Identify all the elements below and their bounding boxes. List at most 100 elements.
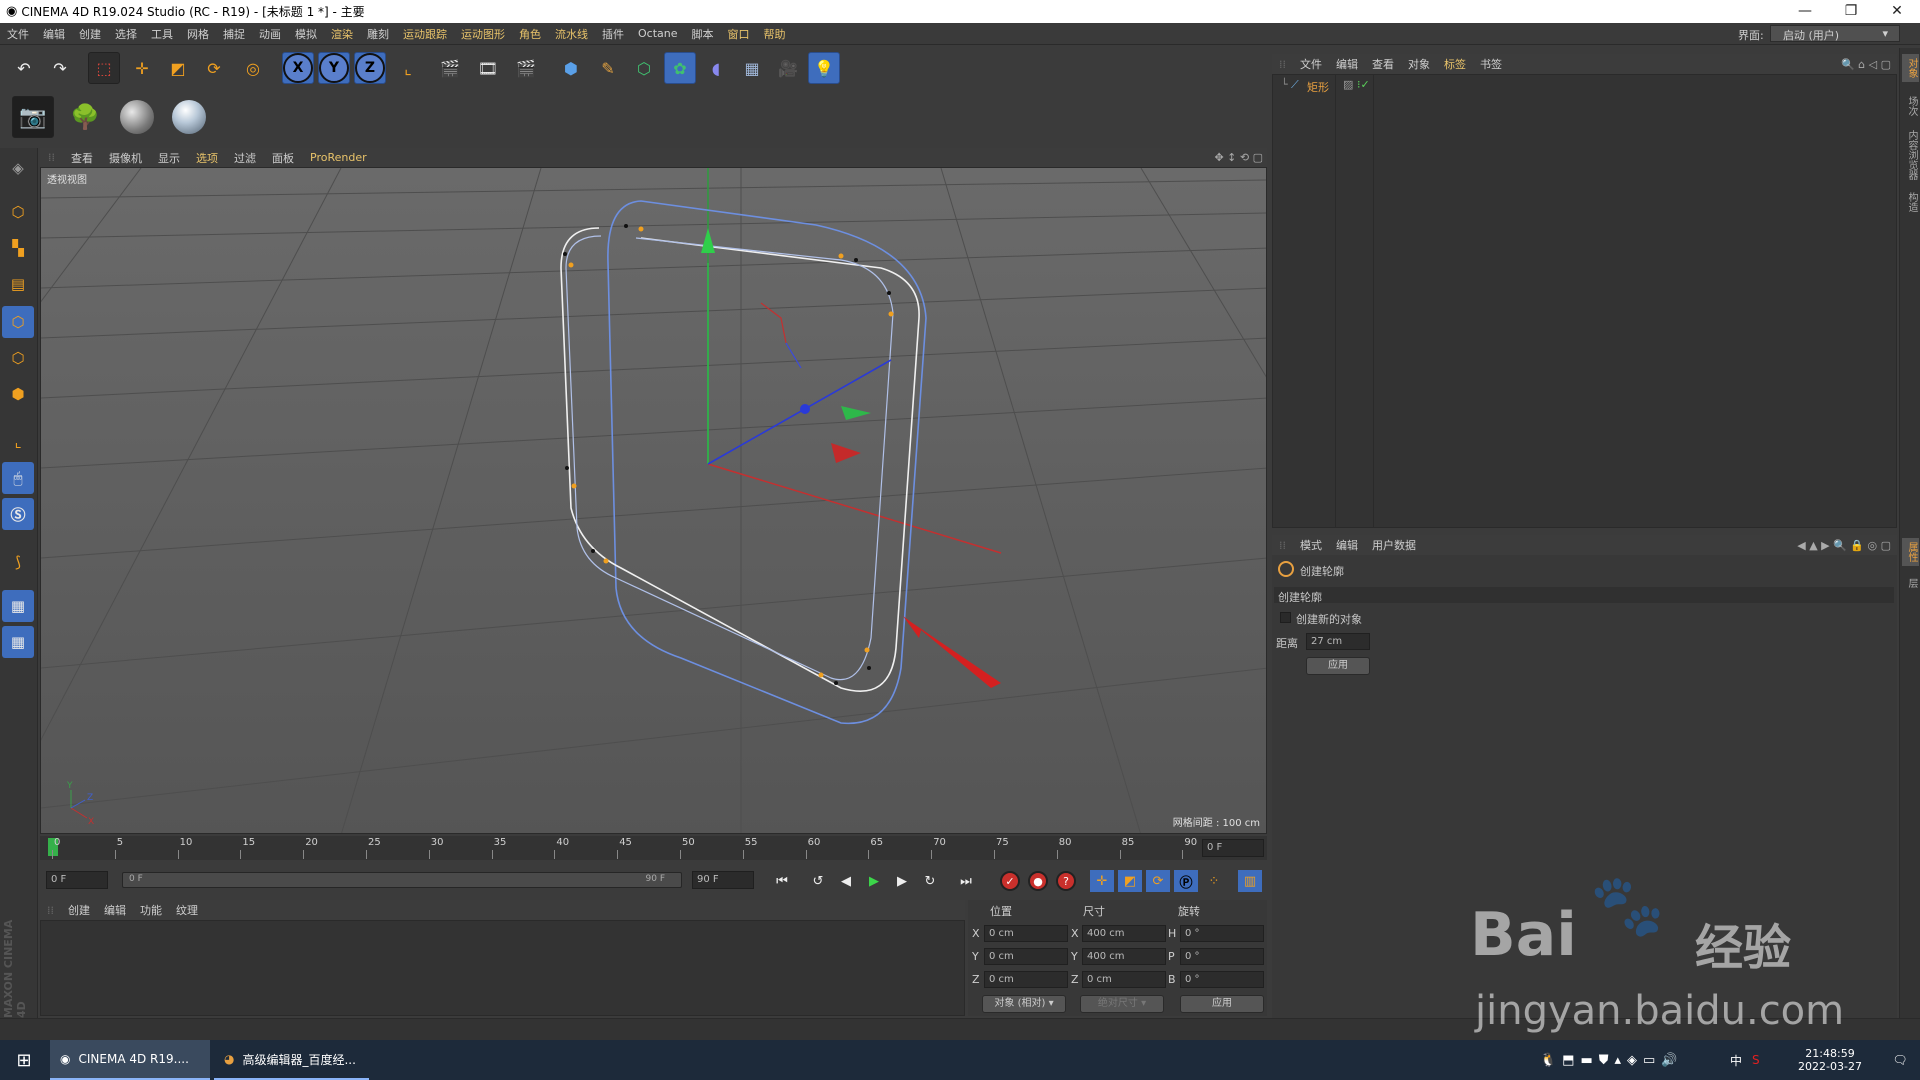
system-tray[interactable]: 🐧⬒▬⛊▴◈▭🔊 [1540, 1040, 1740, 1080]
next-frame-icon[interactable]: ▶ [890, 870, 914, 892]
model-mode-icon[interactable]: ⬡ [2, 196, 34, 228]
subdivision-icon[interactable]: ⬡ [628, 52, 660, 84]
am-nav-icons[interactable]: ◀ ▲ ▶ 🔍 🔒 ◎ ▢ [1797, 539, 1891, 552]
windows-start-icon[interactable]: ⊞ [0, 1040, 48, 1080]
z-axis-button[interactable]: Z [354, 52, 386, 84]
snap-icon[interactable]: Ⓢ [2, 498, 34, 530]
coord-apply-button[interactable]: 应用 [1180, 995, 1264, 1013]
y-axis-button[interactable]: Y [318, 52, 350, 84]
record-keys-button[interactable]: ✓ [998, 870, 1022, 892]
rot-p-field[interactable]: 0 ° [1180, 948, 1264, 965]
go-to-end-icon[interactable]: ⏭ [954, 870, 978, 892]
menu-create[interactable]: 创建 [72, 26, 108, 42]
autokey-button[interactable]: ● [1026, 870, 1050, 892]
tab-attributes[interactable]: 属性 [1902, 538, 1919, 566]
redo-icon[interactable]: ↷ [44, 52, 76, 84]
size-z-field[interactable]: 0 cm [1082, 971, 1166, 988]
octane-glossy-icon[interactable] [168, 96, 210, 138]
coordinate-system-icon[interactable]: ⌞ [392, 52, 424, 84]
current-frame-field[interactable]: 0 F [1202, 839, 1264, 857]
om-menu-edit[interactable]: 编辑 [1329, 56, 1365, 72]
menu-tools[interactable]: 工具 [144, 26, 180, 42]
close-button[interactable]: ✕ [1874, 0, 1920, 23]
create-new-object-checkbox[interactable] [1280, 612, 1291, 623]
make-editable-icon[interactable]: ◈ [2, 152, 34, 184]
start-frame-field[interactable]: 0 F [46, 871, 108, 889]
size-mode-dropdown[interactable]: 绝对尺寸 ▾ [1080, 995, 1164, 1013]
undo-icon[interactable]: ↶ [8, 52, 40, 84]
x-axis-button[interactable]: X [282, 52, 314, 84]
menu-select[interactable]: 选择 [108, 26, 144, 42]
polygon-mode-icon[interactable]: ⬢ [2, 378, 34, 410]
menu-window[interactable]: 窗口 [721, 26, 757, 42]
mat-menu-texture[interactable]: 纹理 [169, 902, 205, 918]
tab-content-browser[interactable]: 内容浏览器 [1902, 126, 1919, 184]
key-rotation-icon[interactable]: ⟳ [1146, 870, 1170, 892]
go-to-start-icon[interactable]: ⏮ [770, 870, 794, 892]
workplane-mode-icon[interactable]: ▤ [2, 268, 34, 300]
coord-mode-dropdown[interactable]: 对象 (相对) ▾ [982, 995, 1066, 1013]
outline-apply-button[interactable]: 应用 [1306, 657, 1370, 675]
live-selection-icon[interactable]: ⬚ [88, 52, 120, 84]
timeline-window-icon[interactable]: ▥ [1238, 870, 1262, 892]
key-parameter-icon[interactable]: Ⓟ [1174, 870, 1198, 892]
distance-field[interactable]: 27 cm [1306, 633, 1370, 650]
tab-structure[interactable]: 构造 [1902, 188, 1919, 216]
menu-motion-tracking[interactable]: 运动跟踪 [396, 26, 454, 42]
tab-layers[interactable]: 层 [1902, 574, 1919, 592]
material-manager-area[interactable] [40, 920, 965, 1016]
vp-menu-prorender[interactable]: ProRender [302, 151, 375, 164]
tab-objects[interactable]: 对象 [1902, 54, 1919, 82]
menu-sculpt[interactable]: 雕刻 [360, 26, 396, 42]
viewport-nav-icons[interactable]: ✥ ↕ ⟲ ▢ [1214, 151, 1263, 164]
edge-mode-icon[interactable]: ⬡ [2, 342, 34, 374]
render-settings-icon[interactable]: 🎬 [510, 52, 542, 84]
om-menu-view[interactable]: 查看 [1365, 56, 1401, 72]
taskbar-app-c4d[interactable]: ◉ CINEMA 4D R19.... [50, 1040, 210, 1080]
previous-key-icon[interactable]: ↺ [806, 870, 830, 892]
deformer-icon[interactable]: ◖ [700, 52, 732, 84]
menu-edit[interactable]: 编辑 [36, 26, 72, 42]
vp-menu-panel[interactable]: 面板 [264, 150, 302, 166]
menu-plugins[interactable]: 插件 [595, 26, 631, 42]
om-search-icons[interactable]: 🔍 ⌂ ◁ ▢ [1841, 58, 1891, 71]
minimize-button[interactable]: — [1782, 0, 1828, 23]
previous-frame-icon[interactable]: ◀ [834, 870, 858, 892]
timeline-ruler[interactable]: 0 5 10 15 20 25 30 35 40 45 50 55 60 65 70 75 80 85 90 0 F [40, 836, 1267, 860]
gizmo-z-handle[interactable] [800, 404, 810, 414]
end-frame-field[interactable]: 90 F [692, 871, 754, 889]
next-key-icon[interactable]: ↻ [918, 870, 942, 892]
render-view-icon[interactable]: 🎬 [434, 52, 466, 84]
vp-menu-display[interactable]: 显示 [150, 150, 188, 166]
mat-menu-create[interactable]: 创建 [61, 902, 97, 918]
workplane-lock-icon[interactable]: ▦ [2, 590, 34, 622]
am-menu-edit[interactable]: 编辑 [1329, 537, 1365, 553]
sogou-icon[interactable]: S [1752, 1040, 1772, 1080]
perspective-viewport[interactable]: Y X Z 透视视图 网格间距 : 100 cm [40, 167, 1267, 834]
am-menu-mode[interactable]: 模式 [1293, 537, 1329, 553]
key-position-icon[interactable]: ✛ [1090, 870, 1114, 892]
menu-help[interactable]: 帮助 [757, 26, 793, 42]
menu-simulate[interactable]: 模拟 [288, 26, 324, 42]
play-icon[interactable]: ▶ [862, 870, 886, 892]
menu-mesh[interactable]: 网格 [180, 26, 216, 42]
vp-menu-view[interactable]: 查看 [63, 150, 101, 166]
point-mode-icon[interactable]: ⬡ [2, 306, 34, 338]
restore-button[interactable]: ❐ [1828, 0, 1874, 23]
notification-icon[interactable]: 🗨 [1880, 1040, 1920, 1080]
magnet-icon[interactable]: ⟆ [2, 546, 34, 578]
om-menu-bookmarks[interactable]: 书签 [1473, 56, 1509, 72]
taskbar-clock[interactable]: 21:48:59 2022-03-27 [1790, 1040, 1870, 1080]
menu-octane[interactable]: Octane [631, 27, 685, 40]
camera-icon[interactable]: 🎥 [772, 52, 804, 84]
mat-menu-edit[interactable]: 编辑 [97, 902, 133, 918]
menu-script[interactable]: 脚本 [685, 26, 721, 42]
tweak-mode-icon[interactable]: 🖱 [2, 462, 34, 494]
mat-menu-function[interactable]: 功能 [133, 902, 169, 918]
menu-character[interactable]: 角色 [512, 26, 548, 42]
tab-takes[interactable]: 场次 [1902, 92, 1919, 120]
om-menu-tags[interactable]: 标签 [1437, 56, 1473, 72]
keyframe-selection-button[interactable]: ? [1054, 870, 1078, 892]
move-icon[interactable]: ✛ [126, 52, 158, 84]
pen-spline-icon[interactable]: ✎ [592, 52, 624, 84]
